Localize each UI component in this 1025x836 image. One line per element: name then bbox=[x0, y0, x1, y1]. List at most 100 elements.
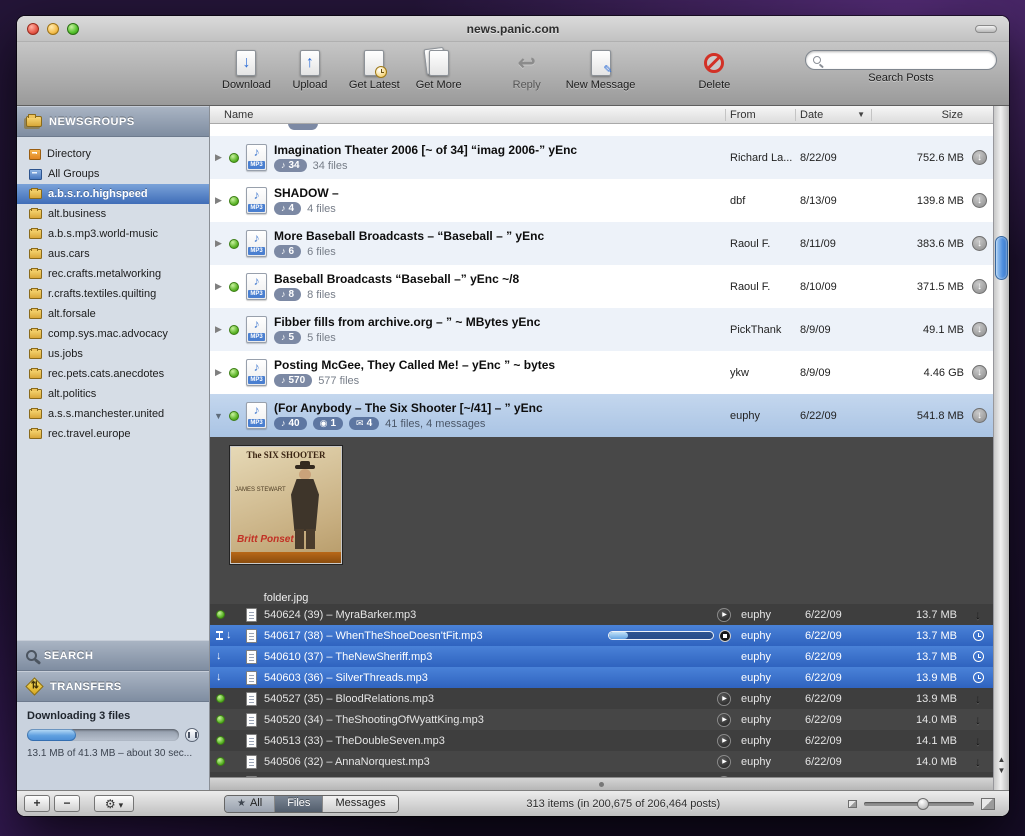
download-post-button[interactable] bbox=[972, 408, 987, 423]
remove-group-button[interactable] bbox=[54, 795, 80, 812]
column-header-from[interactable]: From bbox=[725, 109, 795, 121]
reply-button[interactable]: Reply bbox=[504, 47, 550, 91]
play-button[interactable] bbox=[717, 734, 731, 748]
download-post-button[interactable] bbox=[972, 322, 987, 337]
column-header-size[interactable]: Size bbox=[871, 109, 967, 121]
sidebar-item[interactable]: a.b.s.mp3.world-music bbox=[17, 224, 209, 244]
stop-download-button[interactable] bbox=[719, 630, 731, 642]
sidebar-item[interactable]: aus.cars bbox=[17, 244, 209, 264]
file-row[interactable]: 540513 (33) – TheDoubleSeven.mp3 euphy 6… bbox=[210, 730, 993, 751]
file-trailing-icon[interactable] bbox=[967, 692, 989, 706]
post-row[interactable]: (For Anybody – The Six Shooter [~/41] – … bbox=[210, 394, 993, 437]
post-row[interactable]: Imagination Theater 2006 [~ of 34] “imag… bbox=[210, 136, 993, 179]
newsgroup-folder-icon bbox=[29, 309, 42, 319]
slider-thumb[interactable] bbox=[917, 798, 929, 810]
download-post-button[interactable] bbox=[972, 236, 987, 251]
disclosure-triangle-icon[interactable] bbox=[210, 281, 227, 292]
sidebar-item[interactable]: r.crafts.textiles.quilting bbox=[17, 284, 209, 304]
download-again-icon bbox=[975, 755, 981, 769]
file-trailing-icon[interactable] bbox=[967, 630, 989, 641]
file-trailing-icon[interactable] bbox=[967, 713, 989, 727]
scroll-down-arrow[interactable] bbox=[994, 765, 1009, 776]
post-title: (For Anybody – The Six Shooter [~/41] – … bbox=[274, 401, 730, 415]
horizontal-scrollbar[interactable] bbox=[210, 777, 993, 790]
post-row[interactable]: More Baseball Broadcasts – “Baseball – ”… bbox=[210, 222, 993, 265]
play-button[interactable] bbox=[717, 713, 731, 727]
post-row[interactable]: Fibber fills from archive.org – ” ~ MByt… bbox=[210, 308, 993, 351]
sidebar-item[interactable]: alt.forsale bbox=[17, 304, 209, 324]
file-row[interactable]: 540610 (37) – TheNewSheriff.mp3 euphy 6/… bbox=[210, 646, 993, 667]
scrollbar-thumb[interactable] bbox=[995, 236, 1008, 280]
play-button[interactable] bbox=[717, 755, 731, 769]
newsgroups-header[interactable]: NEWSGROUPS bbox=[17, 106, 209, 137]
play-button[interactable] bbox=[717, 608, 731, 622]
action-menu-button[interactable] bbox=[94, 795, 134, 812]
play-button[interactable] bbox=[717, 692, 731, 706]
file-row[interactable]: 540617 (38) – WhenTheShoeDoesn'tFit.mp3 … bbox=[210, 625, 993, 646]
search-input[interactable] bbox=[805, 50, 997, 70]
search-section-header[interactable]: SEARCH bbox=[17, 640, 209, 671]
filter-messages-segment[interactable]: Messages bbox=[322, 796, 397, 812]
sidebar-item[interactable]: a.s.s.manchester.united bbox=[17, 404, 209, 424]
toolbar-toggle-button[interactable] bbox=[975, 25, 997, 33]
file-date-cell: 6/22/09 bbox=[805, 630, 883, 642]
status-dot-icon bbox=[229, 368, 239, 378]
sidebar-item[interactable]: us.jobs bbox=[17, 344, 209, 364]
sidebar-item[interactable]: alt.business bbox=[17, 204, 209, 224]
transfers-section-header[interactable]: TRANSFERS bbox=[17, 671, 209, 702]
disclosure-triangle-icon[interactable] bbox=[210, 152, 227, 163]
column-header-date[interactable]: Date bbox=[795, 109, 871, 121]
file-row[interactable]: 540527 (35) – BloodRelations.mp3 euphy 6… bbox=[210, 688, 993, 709]
file-trailing-icon[interactable] bbox=[967, 672, 989, 683]
disclosure-triangle-icon[interactable] bbox=[210, 195, 227, 206]
get-more-button[interactable]: Get More bbox=[416, 47, 462, 91]
download-post-button[interactable] bbox=[972, 193, 987, 208]
post-main: Imagination Theater 2006 [~ of 34] “imag… bbox=[274, 143, 730, 172]
download-post-button[interactable] bbox=[972, 365, 987, 380]
sidebar-item[interactable]: alt.politics bbox=[17, 384, 209, 404]
partial-row[interactable] bbox=[210, 124, 993, 136]
file-trailing-icon[interactable] bbox=[967, 734, 989, 748]
upload-button[interactable]: Upload bbox=[287, 47, 333, 91]
delete-icon bbox=[694, 47, 734, 78]
scroll-up-arrow[interactable] bbox=[994, 754, 1009, 765]
add-group-button[interactable] bbox=[24, 795, 50, 812]
thumbnail-image[interactable]: The SIX SHOOTER JAMES STEWART Britt Pons… bbox=[230, 446, 342, 564]
post-row[interactable]: Baseball Broadcasts “Baseball –” yEnc ~/… bbox=[210, 265, 993, 308]
slider-track[interactable] bbox=[864, 802, 974, 806]
disclosure-triangle-icon[interactable] bbox=[210, 238, 227, 249]
sidebar-item[interactable]: rec.pets.cats.anecdotes bbox=[17, 364, 209, 384]
sidebar-item[interactable]: rec.travel.europe bbox=[17, 424, 209, 444]
sidebar-item[interactable]: comp.sys.mac.advocacy bbox=[17, 324, 209, 344]
file-row[interactable]: 540603 (36) – SilverThreads.mp3 euphy 6/… bbox=[210, 667, 993, 688]
filter-files-segment[interactable]: Files bbox=[274, 796, 322, 812]
size-cell: 49.1 MB bbox=[876, 324, 972, 336]
file-row[interactable]: 540624 (39) – MyraBarker.mp3 euphy 6/22/… bbox=[210, 604, 993, 625]
post-row[interactable]: Posting McGee, They Called Me! – yEnc ” … bbox=[210, 351, 993, 394]
sidebar-item[interactable]: rec.crafts.metalworking bbox=[17, 264, 209, 284]
post-row[interactable]: SHADOW – 4 4 files dbf 8/13/09 139.8 MB bbox=[210, 179, 993, 222]
file-row[interactable]: 540520 (34) – TheShootingOfWyattKing.mp3… bbox=[210, 709, 993, 730]
file-trailing-icon[interactable] bbox=[967, 651, 989, 662]
get-latest-button[interactable]: Get Latest bbox=[349, 47, 400, 91]
disclosure-triangle-icon[interactable] bbox=[210, 367, 227, 378]
column-header-name[interactable]: Name bbox=[210, 109, 725, 121]
file-trailing-icon[interactable] bbox=[967, 608, 989, 622]
sidebar-item[interactable]: Directory bbox=[17, 144, 209, 164]
file-trailing-icon[interactable] bbox=[967, 755, 989, 769]
pause-transfers-button[interactable] bbox=[185, 728, 199, 742]
file-row[interactable]: 540506 (32) – AnnaNorquest.mp3 euphy 6/2… bbox=[210, 751, 993, 772]
delete-button[interactable]: Delete bbox=[691, 47, 737, 91]
sidebar-item[interactable]: All Groups bbox=[17, 164, 209, 184]
filter-all-segment[interactable]: All bbox=[225, 796, 274, 812]
sidebar-item[interactable]: a.b.s.r.o.highspeed bbox=[17, 184, 209, 204]
title-bar[interactable]: news.panic.com bbox=[17, 16, 1009, 42]
download-post-button[interactable] bbox=[972, 150, 987, 165]
disclosure-triangle-icon[interactable] bbox=[210, 324, 227, 335]
transfers-icon bbox=[25, 677, 43, 695]
new-message-button[interactable]: New Message bbox=[566, 47, 636, 91]
disclosure-triangle-icon[interactable] bbox=[210, 411, 227, 421]
download-button[interactable]: Download bbox=[222, 47, 271, 91]
download-post-button[interactable] bbox=[972, 279, 987, 294]
vertical-scrollbar[interactable] bbox=[993, 106, 1009, 790]
